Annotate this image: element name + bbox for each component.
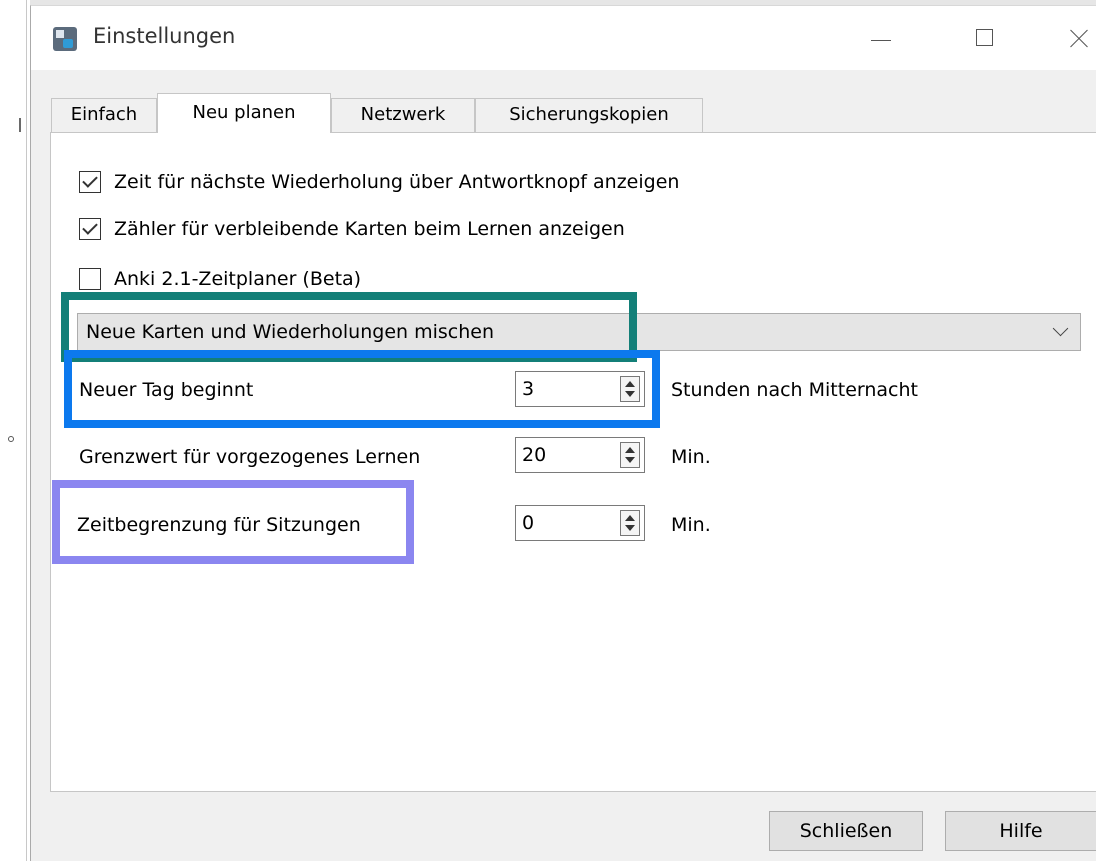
spinbox-value[interactable]: 0 (522, 510, 534, 536)
learn-ahead-unit: Min. (671, 446, 711, 468)
spin-buttons[interactable] (620, 442, 640, 468)
spin-buttons[interactable] (620, 376, 640, 402)
title-bar[interactable]: Einstellungen (31, 6, 1096, 70)
checkbox-label: Anki 2.1-Zeitplaner (Beta) (114, 268, 362, 290)
tab-einfach[interactable]: Einfach (51, 98, 157, 132)
timebox-spinbox[interactable]: 0 (515, 505, 645, 541)
timebox-label: Zeitbegrenzung für Sitzungen (77, 514, 361, 536)
next-day-label: Neuer Tag beginnt (79, 379, 254, 401)
minimize-icon[interactable] (861, 18, 901, 58)
spin-down-icon[interactable] (625, 457, 635, 463)
spin-down-icon[interactable] (625, 391, 635, 397)
next-day-spinbox[interactable]: 3 (515, 371, 645, 407)
close-button[interactable]: Schließen (769, 811, 923, 851)
spin-buttons[interactable] (620, 510, 640, 536)
text-cursor-mark (19, 118, 21, 132)
checkbox-label: Zähler für verbleibende Karten beim Lern… (114, 218, 625, 240)
tab-panel-neu-planen: Zeit für nächste Wiederholung über Antwo… (50, 132, 1096, 792)
maximize-icon[interactable] (965, 18, 1005, 58)
close-icon[interactable] (1057, 18, 1096, 58)
learn-ahead-spinbox[interactable]: 20 (515, 437, 645, 473)
timebox-unit: Min. (671, 514, 711, 536)
help-button[interactable]: Hilfe (945, 811, 1096, 851)
spin-down-icon[interactable] (625, 525, 635, 531)
window-title: Einstellungen (93, 24, 236, 48)
spinbox-value[interactable]: 3 (522, 376, 534, 402)
checkbox[interactable] (79, 268, 101, 290)
dropdown-selected-value: Neue Karten und Wiederholungen mischen (86, 321, 494, 343)
window-border (26, 0, 27, 861)
spinbox-value[interactable]: 20 (522, 442, 546, 468)
background-window-edge (0, 0, 30, 861)
settings-window: Einstellungen Einfach Neu planen Netzwer… (30, 5, 1096, 861)
anki-app-icon (53, 27, 77, 51)
checkbox[interactable] (79, 171, 101, 193)
next-day-unit: Stunden nach Mitternacht (671, 379, 918, 401)
spin-up-icon[interactable] (625, 447, 635, 453)
tab-neu-planen[interactable]: Neu planen (157, 93, 331, 133)
checkbox-label: Zeit für nächste Wiederholung über Antwo… (114, 171, 680, 193)
radio-dot-fragment (8, 436, 14, 442)
spin-up-icon[interactable] (625, 381, 635, 387)
learn-ahead-label: Grenzwert für vorgezogenes Lernen (79, 446, 421, 468)
mix-mode-dropdown[interactable]: Neue Karten und Wiederholungen mischen (77, 313, 1081, 351)
spin-up-icon[interactable] (625, 515, 635, 521)
checkbox[interactable] (79, 218, 101, 240)
tab-netzwerk[interactable]: Netzwerk (331, 98, 475, 132)
tab-sicherungskopien[interactable]: Sicherungskopien (475, 98, 703, 132)
chevron-down-icon (1052, 320, 1069, 337)
